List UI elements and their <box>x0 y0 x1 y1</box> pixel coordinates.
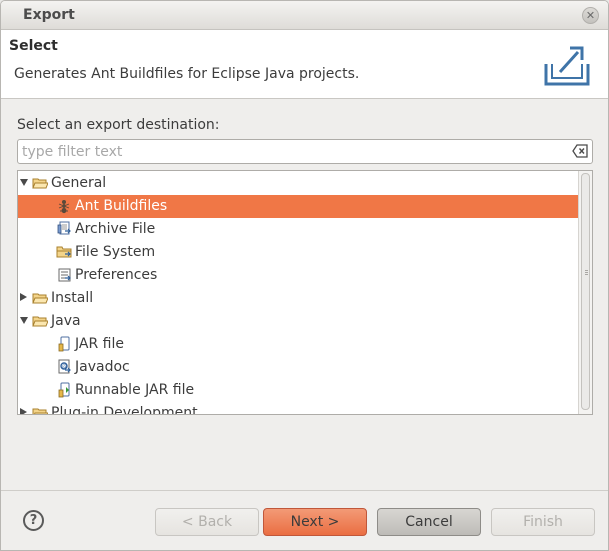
javadoc-icon: @ <box>56 359 72 375</box>
tree-item-file-system[interactable]: File System <box>18 241 578 264</box>
ant-icon <box>56 198 72 214</box>
tree-item-archive-file[interactable]: Archive File <box>18 218 578 241</box>
tree-item-general[interactable]: General <box>18 172 578 195</box>
window-title: Export <box>23 7 75 23</box>
footer-separator <box>1 490 608 491</box>
page-title: Select <box>9 38 58 54</box>
tree-item-install[interactable]: Install <box>18 287 578 310</box>
close-icon[interactable]: ✕ <box>582 7 599 24</box>
tree-item-preferences[interactable]: Preferences <box>18 264 578 287</box>
jar-icon <box>56 336 72 352</box>
folder-open-icon <box>32 313 49 329</box>
tree-item-label: File System <box>75 244 156 260</box>
folder-open-icon <box>32 175 49 191</box>
tree-item-label: Plug-in Development <box>51 405 198 415</box>
back-button[interactable]: < Back <box>155 508 259 536</box>
wizard-header: Select Generates Ant Buildfiles for Ecli… <box>1 30 608 99</box>
scrollbar-grip <box>585 274 588 275</box>
tree-item-label: Install <box>51 290 94 306</box>
archive-icon <box>56 221 72 237</box>
export-dialog: Export ✕ Select Generates Ant Buildfiles… <box>0 0 609 551</box>
destination-prompt: Select an export destination: <box>17 117 220 133</box>
tree-item-runnable-jar-file[interactable]: Runnable JAR file <box>18 379 578 402</box>
tree-item-label: Archive File <box>75 221 156 237</box>
help-icon[interactable]: ? <box>23 510 44 531</box>
page-description: Generates Ant Buildfiles for Eclipse Jav… <box>14 66 360 82</box>
collapse-arrow-icon[interactable] <box>20 317 28 324</box>
tree-item-label: Javadoc <box>75 359 130 375</box>
destination-tree[interactable]: General Ant Buildfiles Archive File File Sy… <box>17 170 593 415</box>
tree-item-label: Ant Buildfiles <box>75 198 168 214</box>
tree-item-label: Preferences <box>75 267 158 283</box>
tree-item-label: Java <box>51 313 81 329</box>
tree-item-label: JAR file <box>75 336 124 352</box>
expand-arrow-icon[interactable] <box>20 293 27 301</box>
vertical-scrollbar[interactable] <box>578 171 592 414</box>
export-wizard-icon <box>544 46 590 86</box>
tree-item-java[interactable]: Java <box>18 310 578 333</box>
tree-item-label: General <box>51 175 107 191</box>
tree-item-label: Runnable JAR file <box>75 382 195 398</box>
folder-open-icon <box>32 290 49 306</box>
folder-open-icon <box>32 405 49 414</box>
filter-field[interactable] <box>17 139 593 164</box>
tree-item-ant-buildfiles[interactable]: Ant Buildfiles <box>18 195 578 218</box>
svg-text:@: @ <box>62 364 67 370</box>
preferences-icon <box>56 267 72 283</box>
next-button[interactable]: Next > <box>263 508 367 536</box>
scrollbar-grip <box>585 270 588 271</box>
tree-item-javadoc[interactable]: @ Javadoc <box>18 356 578 379</box>
scrollbar-grip <box>585 272 588 273</box>
filter-input[interactable] <box>22 142 562 161</box>
scrollbar-thumb[interactable] <box>581 173 590 410</box>
runnable-jar-icon <box>56 382 72 398</box>
tree-item-plug-in-development[interactable]: Plug-in Development <box>18 402 578 415</box>
expand-arrow-icon[interactable] <box>20 408 27 414</box>
clear-filter-icon[interactable] <box>572 144 588 158</box>
title-bar: Export ✕ <box>1 1 608 30</box>
tree-item-jar-file[interactable]: JAR file <box>18 333 578 356</box>
finish-button[interactable]: Finish <box>491 508 595 536</box>
collapse-arrow-icon[interactable] <box>20 179 28 186</box>
folder-icon <box>56 244 72 260</box>
cancel-button[interactable]: Cancel <box>377 508 481 536</box>
